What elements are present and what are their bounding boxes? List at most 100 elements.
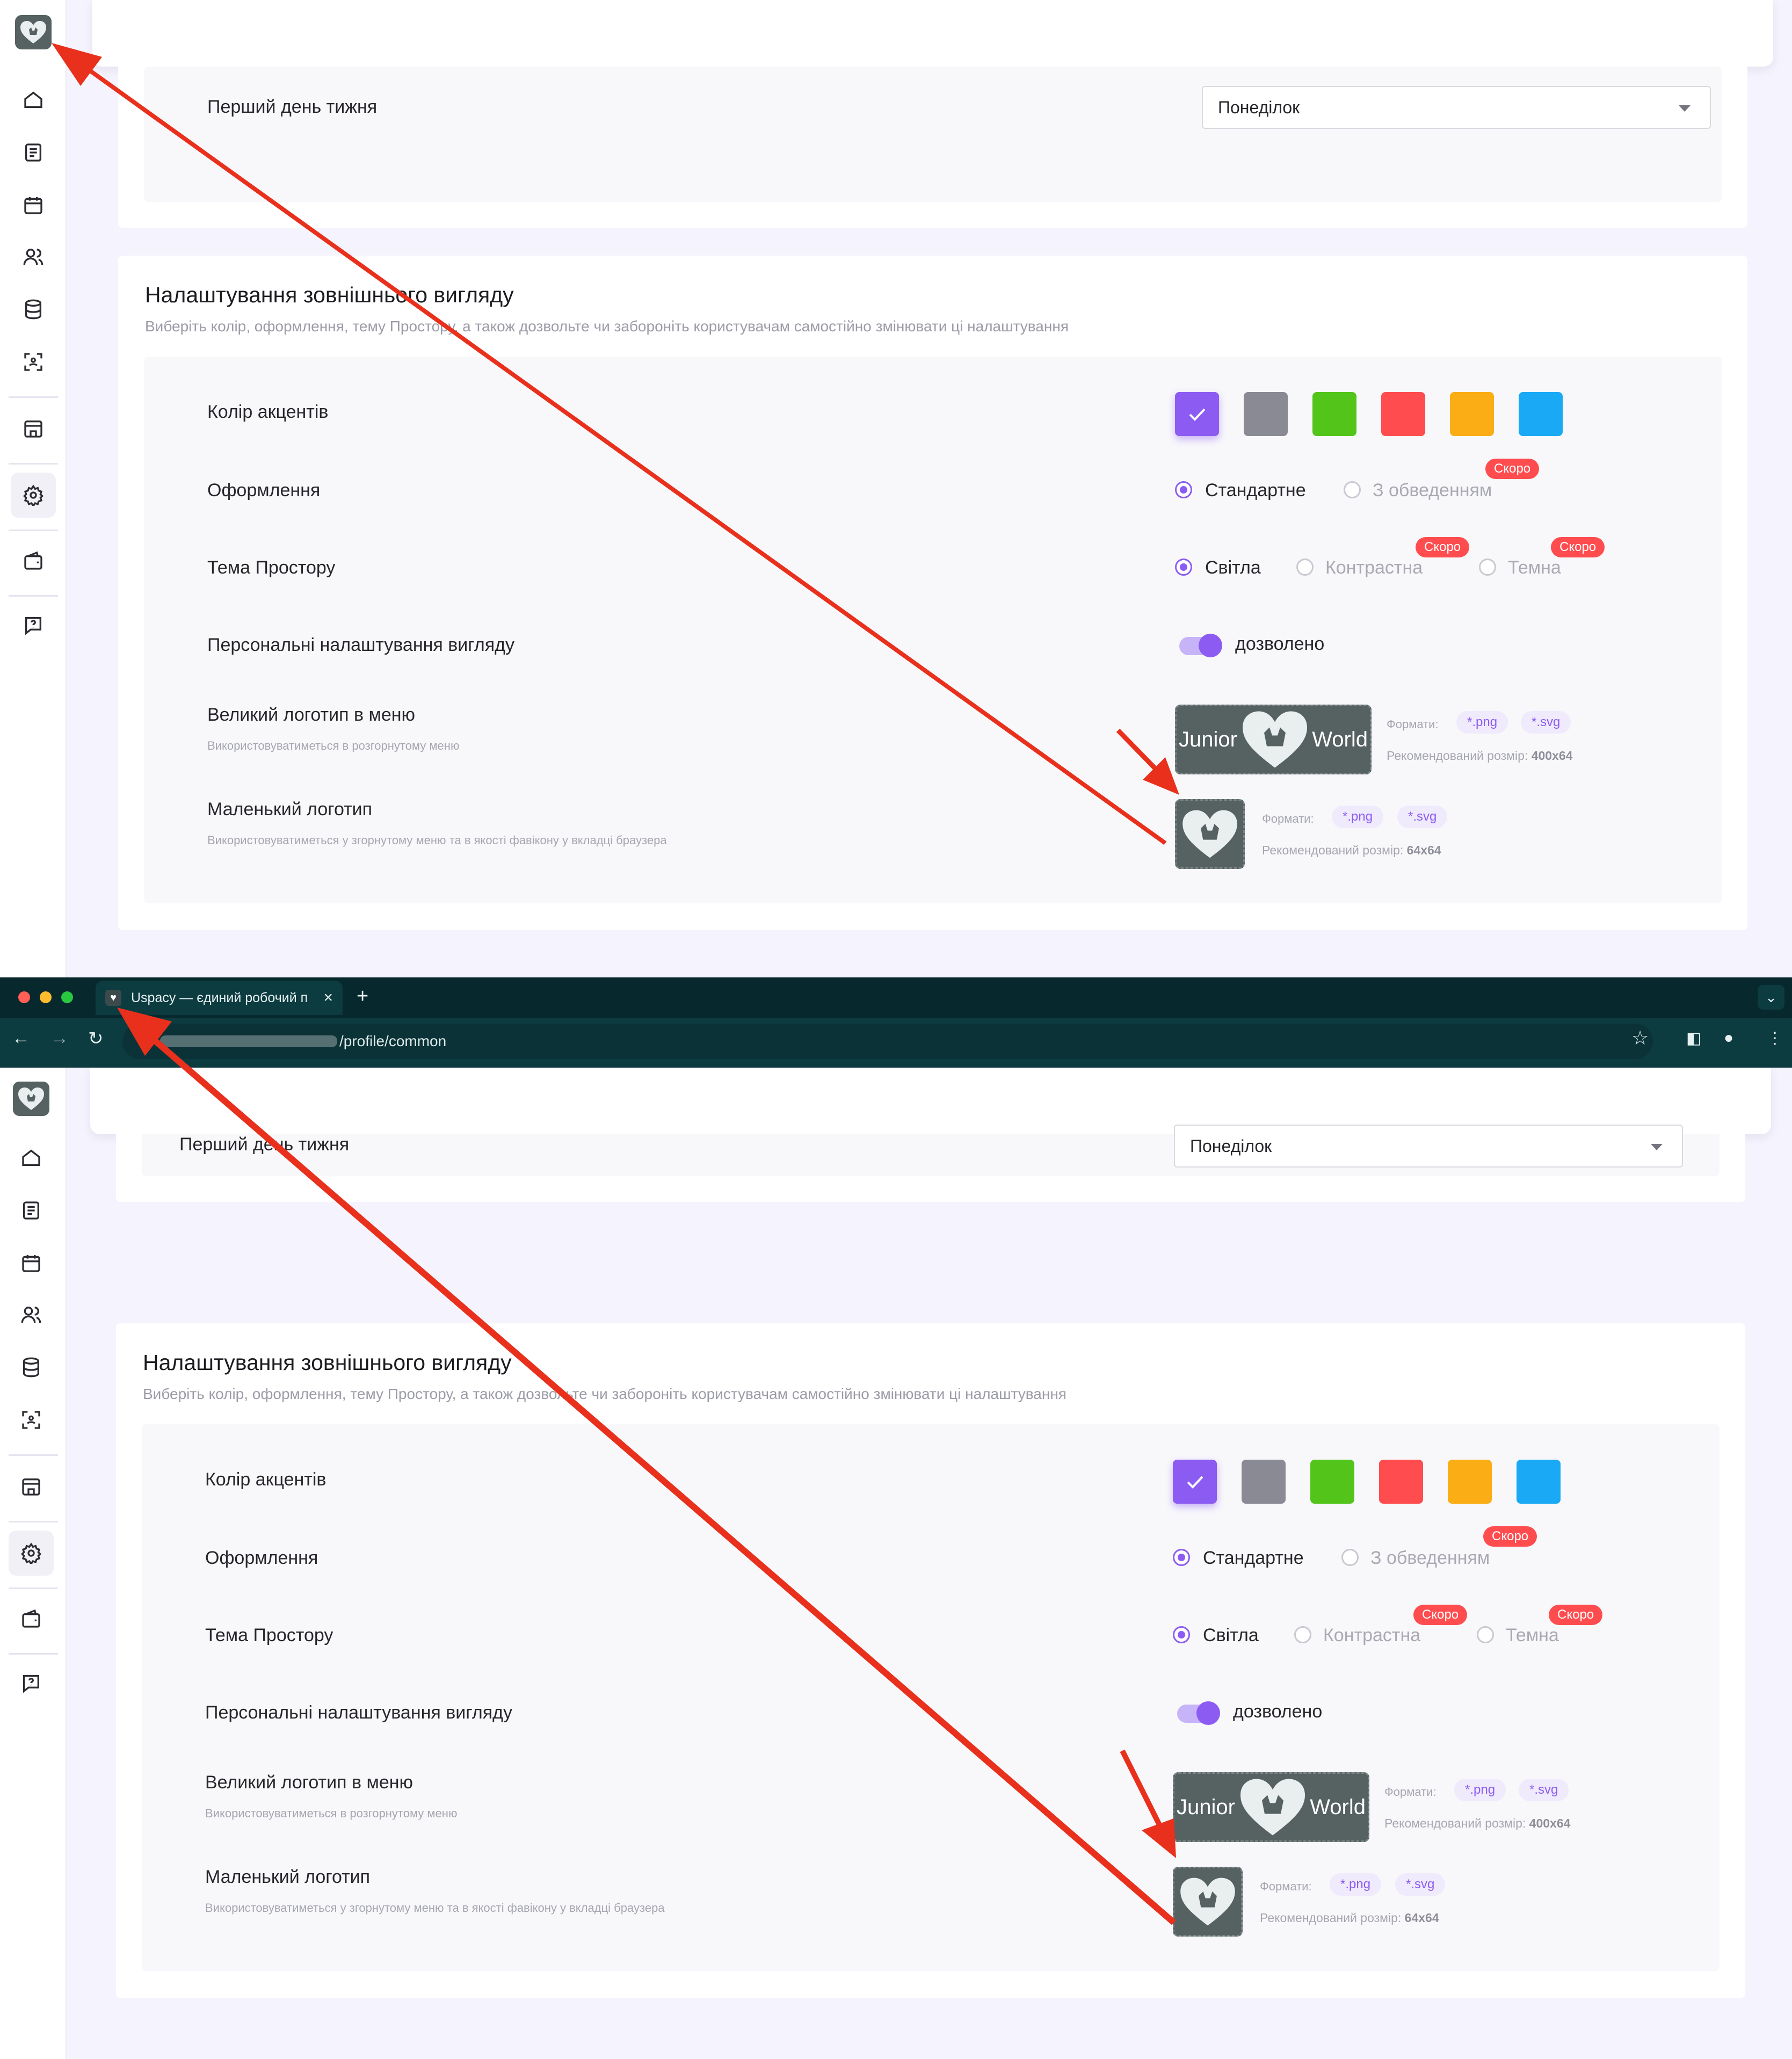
heart-logo-icon <box>1180 1877 1235 1926</box>
database-icon[interactable] <box>19 295 47 323</box>
maximize-window-button[interactable] <box>61 991 73 1003</box>
accent-swatch-green[interactable] <box>1310 1460 1354 1504</box>
small-logo-hint: Використовуватиметься у згорнутому меню … <box>207 833 667 847</box>
appearance-description: Виберіть колір, оформлення, тему Простор… <box>145 318 1069 335</box>
tab-search-chevron-icon[interactable]: ⌄ <box>1758 985 1784 1010</box>
news-icon[interactable] <box>17 1197 45 1224</box>
accent-swatch-blue[interactable] <box>1519 392 1563 436</box>
recommended-label: Рекомендований розмір: <box>1262 843 1404 857</box>
design-standard-radio[interactable] <box>1175 481 1192 498</box>
design-label: Оформлення <box>205 1548 318 1568</box>
settings-icon[interactable] <box>11 473 56 518</box>
calendar-icon[interactable] <box>17 1249 45 1277</box>
accent-swatch-red[interactable] <box>1381 392 1425 436</box>
personal-toggle[interactable] <box>1177 1701 1220 1725</box>
theme-contrast-radio <box>1294 1626 1311 1643</box>
personal-toggle[interactable] <box>1179 634 1222 657</box>
settings-icon[interactable] <box>9 1531 54 1576</box>
design-standard-radio[interactable] <box>1173 1549 1190 1566</box>
theme-contrast-radio <box>1296 559 1314 576</box>
profile-icon[interactable]: ● <box>1724 1029 1733 1047</box>
minimize-window-button[interactable] <box>40 991 52 1003</box>
back-icon[interactable]: ← <box>12 1028 30 1049</box>
reload-icon[interactable]: ↻ <box>88 1028 104 1049</box>
sidepanel-icon[interactable]: ◧ <box>1686 1029 1701 1048</box>
small-logo-upload[interactable] <box>1175 799 1245 869</box>
sidebar-divider <box>9 463 58 465</box>
close-window-button[interactable] <box>18 991 30 1003</box>
scan-icon[interactable] <box>17 1406 45 1434</box>
accent-swatch-orange[interactable] <box>1448 1460 1492 1504</box>
general-settings-panel: Перший день тижня Понеділок <box>144 67 1722 202</box>
home-icon[interactable] <box>17 1144 45 1172</box>
first-day-select[interactable]: Понеділок <box>1174 1125 1683 1168</box>
accent-swatch-red[interactable] <box>1379 1460 1423 1504</box>
news-icon[interactable] <box>19 139 47 166</box>
wallet-icon[interactable] <box>19 547 47 575</box>
home-icon[interactable] <box>19 86 47 114</box>
theme-light-radio[interactable] <box>1175 559 1192 576</box>
formats-label: Формати: <box>1262 812 1314 825</box>
calendar-icon[interactable] <box>19 191 47 219</box>
new-tab-button[interactable]: + <box>357 985 368 1008</box>
big-logo-text-right: World <box>1310 1795 1366 1819</box>
design-outlined-label: З обведенням <box>1373 480 1492 501</box>
sidebar <box>0 1068 67 2059</box>
store-icon[interactable] <box>17 1473 45 1500</box>
soon-badge: Скоро <box>1483 1526 1537 1547</box>
first-day-select[interactable]: Понеділок <box>1202 86 1711 129</box>
more-menu-icon[interactable]: ⋮ <box>1767 1029 1783 1048</box>
theme-dark-label: Темна <box>1506 1625 1559 1645</box>
format-png-chip: *.png <box>1456 711 1508 734</box>
wallet-icon[interactable] <box>17 1605 45 1633</box>
big-logo-upload[interactable]: Junior World <box>1175 705 1372 774</box>
theme-light-radio[interactable] <box>1173 1626 1190 1643</box>
soon-badge: Скоро <box>1485 459 1540 479</box>
sidebar <box>0 0 67 977</box>
accent-swatch-green[interactable] <box>1312 392 1356 436</box>
theme-contrast-label: Контрастна <box>1325 557 1423 578</box>
big-logo-recommended: Рекомендований розмір: 400x64 <box>1387 749 1572 763</box>
browser-chrome: ♥ Uspacy — єдиний робочий п × + ⌄ ← → ↻ … <box>0 977 1792 1068</box>
small-logo-label: Маленький логотип <box>207 799 373 820</box>
accent-label: Колір акцентів <box>207 402 329 422</box>
general-settings-card: Перший день тижня Понеділок <box>118 0 1747 228</box>
accent-swatch-purple[interactable] <box>1173 1460 1217 1504</box>
accent-swatch-orange[interactable] <box>1450 392 1494 436</box>
help-icon[interactable] <box>19 611 47 639</box>
small-logo-size: 64x64 <box>1404 1911 1439 1925</box>
database-icon[interactable] <box>17 1353 45 1381</box>
users-icon[interactable] <box>17 1301 45 1329</box>
tab-close-icon[interactable]: × <box>323 989 333 1007</box>
personal-label: Персональні налаштування вигляду <box>207 635 515 655</box>
small-logo-upload[interactable] <box>1173 1867 1243 1937</box>
help-icon[interactable] <box>17 1669 45 1697</box>
accent-swatch-gray[interactable] <box>1242 1460 1286 1504</box>
first-day-value: Понеділок <box>1218 97 1300 117</box>
recommended-label: Рекомендований розмір: <box>1387 749 1528 763</box>
big-logo-upload[interactable]: Junior World <box>1173 1772 1369 1842</box>
forward-icon[interactable]: → <box>50 1028 69 1049</box>
theme-label: Тема Простору <box>205 1625 333 1645</box>
workspace-logo[interactable] <box>15 15 52 49</box>
theme-light-label: Світла <box>1205 557 1261 578</box>
sidebar-divider <box>9 1587 58 1589</box>
format-png-chip: *.png <box>1332 806 1384 828</box>
browser-tab[interactable]: ♥ Uspacy — єдиний робочий п × <box>96 981 343 1015</box>
big-logo-hint: Використовуватиметься в розгорнутому мен… <box>205 1807 458 1820</box>
accent-swatch-blue[interactable] <box>1517 1460 1561 1504</box>
users-icon[interactable] <box>19 243 47 271</box>
store-icon[interactable] <box>19 415 47 443</box>
recommended-label: Рекомендований розмір: <box>1260 1911 1402 1925</box>
workspace-logo[interactable] <box>13 1082 49 1116</box>
screenshot-bottom: ♥ Uspacy — єдиний робочий п × + ⌄ ← → ↻ … <box>0 977 1792 2059</box>
big-logo-text-left: Junior <box>1177 1795 1235 1819</box>
bookmark-star-icon[interactable]: ☆ <box>1631 1027 1649 1049</box>
accent-swatch-purple[interactable] <box>1175 392 1219 436</box>
address-bar[interactable]: /profile/common <box>122 1024 1653 1059</box>
small-logo-size: 64x64 <box>1406 843 1441 857</box>
appearance-card: Налаштування зовнішнього вигляду Виберіт… <box>118 256 1747 930</box>
accent-swatch-gray[interactable] <box>1244 392 1288 436</box>
format-svg-chip: *.svg <box>1397 806 1448 828</box>
scan-icon[interactable] <box>19 348 47 376</box>
